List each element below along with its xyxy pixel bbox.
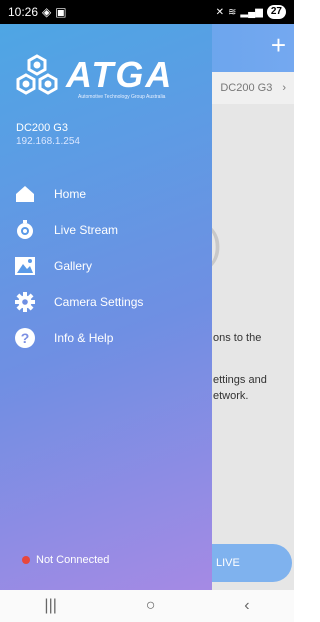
atga-logo: ATGA xyxy=(14,54,173,96)
gallery-icon xyxy=(14,255,36,277)
recent-apps-button[interactable]: ||| xyxy=(44,597,56,615)
menu-label: Info & Help xyxy=(54,331,114,345)
connection-status-text: Not Connected xyxy=(36,554,110,566)
device-ip: 192.168.1.254 xyxy=(16,136,80,147)
signal-icon: ▂▄▆ xyxy=(240,6,263,18)
device-tab[interactable]: DC200 G3 xyxy=(220,82,272,94)
location-icon: ◈ xyxy=(42,5,52,19)
chevron-right-icon: › xyxy=(282,82,286,94)
instruction-text-1: ons to the xyxy=(213,332,262,344)
help-icon: ? xyxy=(14,327,36,349)
menu-label: Home xyxy=(54,187,87,201)
add-device-button[interactable]: + xyxy=(271,30,286,60)
navigation-drawer: ATGA Automotive Technology Group Austral… xyxy=(0,24,212,590)
wifi-icon: ≋ xyxy=(228,6,237,18)
menu-label: Camera Settings xyxy=(54,295,144,309)
live-button-label: LIVE xyxy=(216,557,240,569)
home-icon xyxy=(14,183,36,205)
brand-name: ATGA xyxy=(66,54,174,95)
menu-item-home[interactable]: Home xyxy=(0,176,212,212)
menu-item-camera-settings[interactable]: Camera Settings xyxy=(0,284,212,320)
device-name: DC200 G3 xyxy=(16,122,68,134)
menu-item-gallery[interactable]: Gallery xyxy=(0,248,212,284)
instruction-text-3: etwork. xyxy=(213,390,249,402)
system-nav-bar: ||| ○ ‹ xyxy=(0,590,294,622)
instruction-text-2: ettings and xyxy=(213,374,267,386)
back-button[interactable]: ‹ xyxy=(244,597,249,615)
live-stream-icon xyxy=(14,219,36,241)
menu-label: Gallery xyxy=(54,259,93,273)
gear-icon xyxy=(14,291,36,313)
mute-icon: ✕ xyxy=(215,6,225,18)
live-button[interactable]: LIVE xyxy=(200,544,292,582)
menu-label: Live Stream xyxy=(54,223,119,237)
hexagon-logo-icon xyxy=(16,54,58,95)
connection-status: Not Connected xyxy=(22,554,109,566)
home-button[interactable]: ○ xyxy=(146,597,156,615)
drawer-menu: Home Live Stream Gallery Camera Settings… xyxy=(0,176,212,356)
menu-item-info-help[interactable]: ? Info & Help xyxy=(0,320,212,356)
status-time: 10:26 xyxy=(8,5,39,19)
battery-indicator: 27 xyxy=(266,5,286,19)
brand-subtitle: Automotive Technology Group Australia xyxy=(78,94,166,100)
screenshot-icon: ▣ xyxy=(55,5,67,19)
svg-text:?: ? xyxy=(21,330,30,346)
status-dot-icon xyxy=(22,556,30,564)
menu-item-live-stream[interactable]: Live Stream xyxy=(0,212,212,248)
status-bar: 10:26 ◈ ▣ ✕ ≋ ▂▄▆ 27 xyxy=(0,0,294,24)
